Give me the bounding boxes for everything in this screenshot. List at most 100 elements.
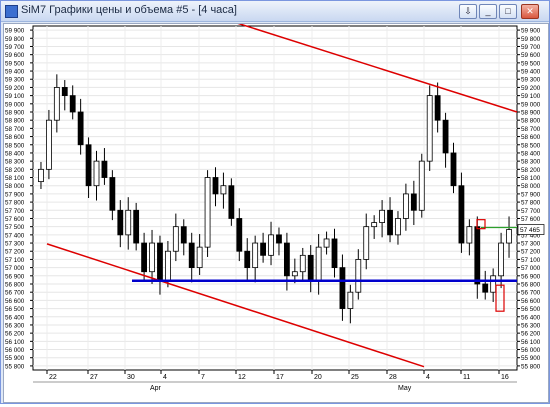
y-tick-label-right: 58 100 — [521, 175, 541, 182]
y-axis-right: 59 90059 80059 70059 60059 50059 40059 3… — [517, 28, 541, 370]
y-tick-label-left: 58 100 — [5, 175, 25, 182]
candle-body — [307, 254, 314, 281]
candle-body — [482, 283, 489, 293]
y-tick-label-left: 57 400 — [5, 232, 25, 239]
close-button[interactable]: ✕ — [521, 4, 539, 19]
candle-body — [498, 242, 505, 277]
y-tick-label-right: 57 200 — [521, 249, 541, 256]
y-tick-label-right: 56 000 — [521, 347, 541, 354]
candle-body — [164, 250, 171, 281]
candle-body — [69, 95, 76, 113]
candle-body — [228, 185, 235, 219]
candle-body — [466, 226, 473, 244]
y-tick-label-left: 57 200 — [5, 249, 25, 256]
x-tick-label: 4 — [163, 374, 167, 381]
y-tick-label-left: 58 200 — [5, 167, 25, 174]
candle-body — [291, 271, 298, 277]
candle-body — [450, 152, 457, 187]
candle-body — [149, 242, 155, 273]
y-tick-label-left: 58 500 — [5, 142, 25, 149]
y-tick-label-right: 57 100 — [521, 257, 541, 264]
candle-body — [236, 218, 243, 252]
y-tick-label-right: 58 500 — [521, 142, 541, 149]
candle-body — [434, 95, 441, 121]
y-tick-label-left: 57 900 — [5, 191, 25, 198]
last-price-label: 57 465 — [520, 227, 540, 234]
candle-body — [196, 246, 203, 269]
title-bar[interactable]: SiM7 Графики цены и объема #5 - [4 часа]… — [1, 1, 549, 22]
chart-area[interactable]: 59 900 59 800 59 700 59 600 59 500 59 400 59 3… — [3, 22, 549, 403]
candle-body — [93, 160, 100, 187]
window-title: SiM7 Графики цены и объема #5 - [4 часа] — [21, 4, 237, 16]
candle-body — [180, 226, 187, 244]
y-tick-label-left: 59 600 — [5, 52, 25, 59]
y-tick-label-left: 56 300 — [5, 322, 25, 329]
y-tick-label-right: 56 100 — [521, 339, 541, 346]
candle-body — [418, 160, 425, 211]
candle-body — [61, 87, 68, 97]
candle-body — [172, 226, 179, 252]
y-tick-label-right: 59 100 — [521, 93, 541, 100]
y-tick-label-left: 57 300 — [5, 241, 25, 248]
y-tick-label-left: 56 200 — [5, 331, 25, 338]
candle-body — [347, 291, 354, 309]
x-tick-label: 20 — [314, 374, 322, 381]
y-tick-label-right: 59 400 — [521, 69, 541, 76]
y-tick-label-right: 58 000 — [521, 183, 541, 190]
candle-body — [268, 234, 274, 256]
y-tick-label-left: 58 000 — [5, 183, 25, 190]
price-chart[interactable]: 59 90059 80059 70059 60059 50059 40059 3… — [4, 22, 548, 402]
x-tick-label: 28 — [389, 374, 397, 381]
x-tick-label: 30 — [127, 374, 135, 381]
minimize-button[interactable]: _ — [479, 4, 497, 19]
pin-button[interactable]: ⇩ — [459, 4, 477, 19]
candle-body — [46, 119, 52, 170]
y-tick-label-right: 58 300 — [521, 159, 541, 166]
y-tick-label-left: 59 500 — [5, 60, 25, 67]
candle-body — [402, 193, 409, 219]
y-tick-label-left: 59 000 — [5, 101, 25, 108]
y-tick-label-left: 56 500 — [5, 306, 25, 313]
y-tick-label-left: 59 300 — [5, 77, 25, 84]
candle-body — [363, 226, 370, 260]
candle-body — [188, 242, 195, 269]
y-tick-label-left: 56 800 — [5, 282, 25, 289]
y-tick-label-right: 58 200 — [521, 167, 541, 174]
month-label: Apr — [150, 385, 162, 392]
y-tick-label-left: 57 100 — [5, 257, 25, 264]
y-tick-label-right: 57 800 — [521, 200, 541, 207]
candle-body — [109, 177, 116, 211]
candle-body — [260, 242, 267, 256]
y-tick-label-right: 59 500 — [521, 60, 541, 67]
candle-body — [77, 111, 84, 146]
candle-body — [410, 193, 417, 211]
candle-body — [133, 209, 140, 244]
y-tick-label-right: 56 400 — [521, 314, 541, 321]
x-tick-label: 7 — [201, 374, 205, 381]
y-tick-label-right: 58 800 — [521, 118, 541, 125]
y-tick-label-left: 59 100 — [5, 93, 25, 100]
y-tick-label-right: 58 700 — [521, 126, 541, 133]
y-tick-label-left: 59 900 — [5, 28, 25, 35]
y-tick-label-right: 57 900 — [521, 191, 541, 198]
candle-body — [252, 242, 259, 269]
y-tick-label-left: 57 800 — [5, 200, 25, 207]
y-tick-label-right: 56 200 — [521, 331, 541, 338]
x-tick-label: 17 — [276, 374, 284, 381]
candle-body — [212, 177, 219, 195]
y-tick-label-left: 59 200 — [5, 85, 25, 92]
candle-body — [220, 185, 227, 195]
maximize-button[interactable]: □ — [499, 4, 517, 19]
y-tick-label-left: 57 000 — [5, 265, 25, 272]
candle-body — [85, 144, 92, 187]
candle-body — [315, 246, 322, 281]
candle-body — [426, 95, 433, 162]
candle-body — [379, 209, 386, 223]
candle-body — [157, 242, 163, 281]
x-tick-label: 4 — [426, 374, 430, 381]
candle-body — [283, 242, 290, 277]
y-tick-label-right: 56 800 — [521, 282, 541, 289]
candle-body — [101, 160, 108, 178]
y-tick-label-left: 59 400 — [5, 69, 25, 76]
x-tick-label: 25 — [351, 374, 359, 381]
